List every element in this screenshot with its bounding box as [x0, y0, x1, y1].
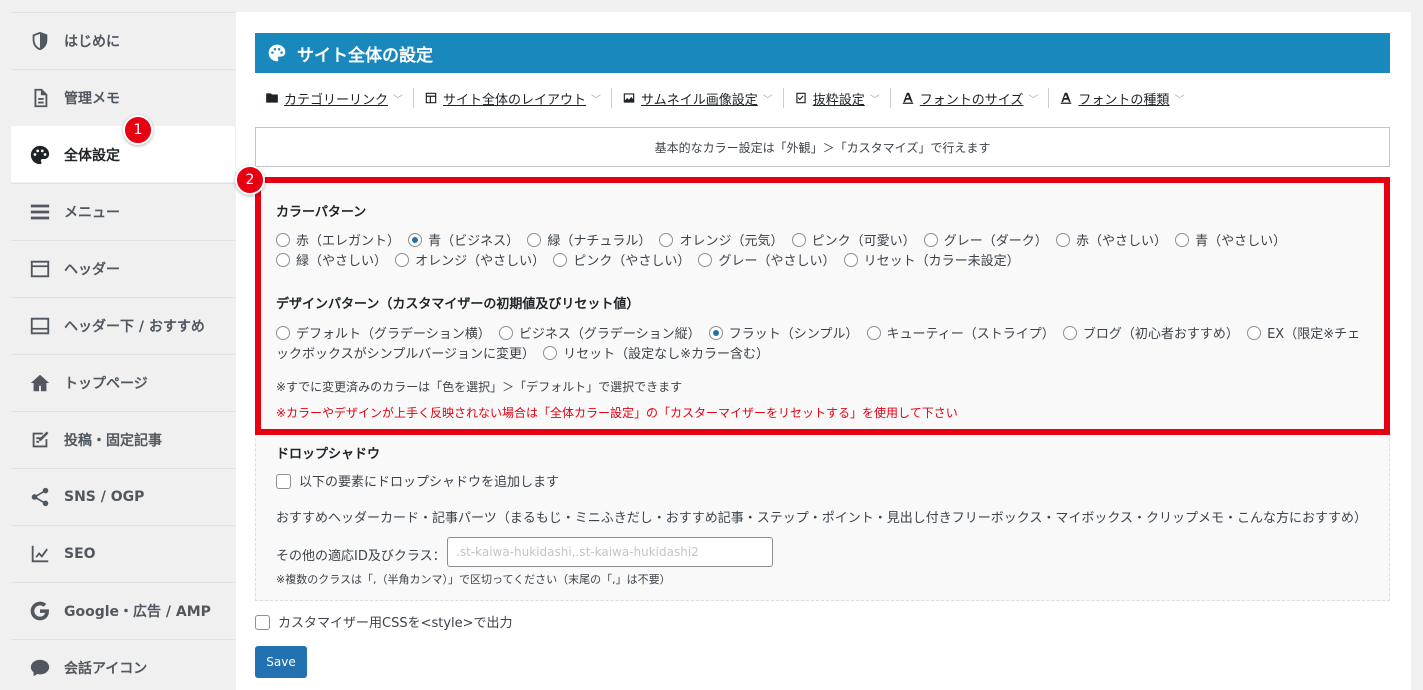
- tab-thumbnail[interactable]: サムネイル画像設定 ﹀: [612, 88, 784, 108]
- radio-color-red-gentle[interactable]: 赤（やさしい）: [1055, 233, 1167, 249]
- tab-site-layout[interactable]: サイト全体のレイアウト ﹀: [414, 88, 613, 108]
- palette-icon: [29, 144, 51, 166]
- sidebar-item-google[interactable]: Google・広告 / AMP: [11, 582, 235, 638]
- radio-color-gray-dark[interactable]: グレー（ダーク）: [923, 233, 1048, 249]
- chevron-down-icon: ﹀: [393, 94, 404, 106]
- css-output-checkbox[interactable]: カスタマイザー用CSSを<style>で出力: [255, 615, 513, 631]
- radio-design-blog[interactable]: ブログ（初心者おすすめ）: [1062, 326, 1239, 342]
- step-badge-2: 2: [235, 165, 265, 195]
- radio-color-pink-gentle[interactable]: ピンク（やさしい）: [553, 253, 690, 269]
- document-icon: [29, 87, 51, 109]
- chat-icon: [29, 657, 51, 679]
- color-default-note: ※すでに変更済みのカラーは「色を選択」＞「デフォルト」で選択できます: [276, 380, 683, 394]
- sidebar-item-label: はじめに: [64, 33, 120, 50]
- sidebar-item-label: Google・広告 / AMP: [64, 603, 211, 620]
- radio-color-orange-genki[interactable]: オレンジ（元気）: [659, 233, 783, 249]
- css-output-option: カスタマイザー用CSSを<style>で出力: [255, 614, 513, 634]
- checkbox[interactable]: [255, 615, 270, 630]
- sidebar-item-top-page[interactable]: トップページ: [11, 354, 235, 410]
- save-button[interactable]: Save: [255, 646, 307, 678]
- sidebar-item-posts[interactable]: 投稿・固定記事: [11, 411, 235, 467]
- radio-color-blue-business[interactable]: 青（ビジネス）: [408, 233, 519, 249]
- drop-shadow-option: 以下の要素にドロップシャドウを追加します: [276, 473, 559, 493]
- radio-color-green-natural[interactable]: 緑（ナチュラル）: [527, 233, 651, 249]
- radio-color-green-gentle[interactable]: 緑（やさしい）: [276, 253, 387, 269]
- sidebar-item-memo[interactable]: 管理メモ: [11, 69, 235, 125]
- image-icon: [622, 91, 636, 105]
- chevron-down-icon: ﹀: [1174, 94, 1185, 106]
- sidebar-item-chat[interactable]: 会話アイコン: [11, 639, 235, 690]
- excerpt-icon: [794, 91, 808, 105]
- settings-tabs: カテゴリーリンク ﹀ サイト全体のレイアウト ﹀ サムネイル画像設定 ﹀ 抜粋設定 ﹀ …: [255, 86, 1390, 110]
- radio-design-cutie[interactable]: キューティー（ストライプ）: [866, 326, 1055, 342]
- sidebar-item-sns[interactable]: SNS / OGP: [11, 468, 235, 524]
- layout-icon: [424, 91, 438, 105]
- share-icon: [29, 486, 51, 508]
- tab-excerpt[interactable]: 抜粋設定 ﹀: [784, 88, 891, 108]
- tab-category-link[interactable]: カテゴリーリンク ﹀: [255, 88, 415, 108]
- other-class-input[interactable]: [447, 537, 773, 567]
- radio-design-default[interactable]: デフォルト（グラデーション横）: [276, 326, 491, 342]
- radio-color-pink-cute[interactable]: ピンク（可愛い）: [791, 233, 916, 249]
- color-pattern-options: 赤（エレガント） 青（ビジネス） 緑（ナチュラル） オレンジ（元気） ピンク（可…: [276, 232, 1366, 272]
- step-badge-1: 1: [123, 115, 153, 145]
- radio-color-gray-gentle[interactable]: グレー（やさしい）: [698, 253, 835, 269]
- tab-font-type[interactable]: フォントの種類 ﹀: [1049, 88, 1194, 108]
- customize-notice: 基本的なカラー設定は「外観」＞「カスタマイズ」で行えます: [255, 127, 1390, 167]
- menu-icon: [29, 201, 51, 223]
- radio-design-business[interactable]: ビジネス（グラデーション縦）: [498, 326, 701, 342]
- sidebar-item-header[interactable]: ヘッダー: [11, 240, 235, 296]
- edit-icon: [29, 429, 51, 451]
- sidebar-item-label: SEO: [64, 545, 96, 562]
- chevron-down-icon: ﹀: [591, 94, 602, 106]
- radio-color-reset[interactable]: リセット（カラー未設定）: [843, 253, 1020, 269]
- sidebar-item-header-below[interactable]: ヘッダー下 / おすすめ: [11, 297, 235, 353]
- radio-design-flat[interactable]: フラット（シンプル）: [708, 326, 858, 342]
- header-below-icon: [29, 315, 51, 337]
- shield-icon: [29, 30, 51, 52]
- header-icon: [29, 258, 51, 280]
- other-class-label: その他の適応ID及びクラス：: [276, 549, 446, 564]
- font-type-icon: [1059, 91, 1073, 105]
- sidebar-item-label: トップページ: [64, 375, 148, 392]
- page-title: サイト全体の設定: [297, 45, 433, 66]
- drop-shadow-title: ドロップシャドウ: [276, 447, 381, 462]
- sidebar-item-label: ヘッダー: [64, 261, 120, 278]
- radio-color-orange-gentle[interactable]: オレンジ（やさしい）: [395, 253, 545, 269]
- sidebar-item-seo[interactable]: SEO: [11, 525, 235, 581]
- chevron-down-icon: ﹀: [762, 94, 773, 106]
- sidebar-item-label: SNS / OGP: [64, 488, 145, 505]
- folder-icon: [265, 91, 279, 105]
- design-pattern-options: デフォルト（グラデーション横） ビジネス（グラデーション縦） フラット（シンプル…: [276, 325, 1366, 365]
- checkbox[interactable]: [276, 474, 291, 489]
- sidebar-item-label: 管理メモ: [64, 90, 120, 107]
- home-icon: [29, 372, 51, 394]
- page-title-bar: サイト全体の設定: [255, 33, 1390, 73]
- drop-shadow-elements: おすすめヘッダーカード・記事パーツ（まるもじ・ミニふきだし・おすすめ記事・ステッ…: [276, 511, 1367, 526]
- radio-design-reset[interactable]: リセット（設定なし※カラー含む）: [543, 346, 769, 362]
- chevron-down-icon: ﹀: [869, 94, 880, 106]
- google-icon: [29, 600, 51, 622]
- sidebar-item-menu[interactable]: メニュー: [11, 183, 235, 239]
- reset-warning-note: ※カラーやデザインが上手く反映されない場合は「全体カラー設定」の「カスターマイザ…: [276, 406, 958, 420]
- sidebar-item-label: 投稿・固定記事: [64, 432, 162, 449]
- radio-color-red-elegant[interactable]: 赤（エレガント）: [276, 233, 400, 249]
- other-class-note: ※複数のクラスは「,（半角カンマ）」で区切ってください（末尾の「,」は不要）: [276, 573, 671, 586]
- sidebar-item-intro[interactable]: はじめに: [11, 12, 235, 68]
- sidebar: はじめに 管理メモ 全体設定 メニュー ヘッダー ヘッダー下 / おすすめ トッ…: [11, 12, 235, 690]
- sidebar-item-label: 全体設定: [64, 147, 120, 164]
- sidebar-item-label: ヘッダー下 / おすすめ: [64, 318, 205, 335]
- sidebar-item-label: 会話アイコン: [64, 660, 148, 677]
- radio-color-blue-gentle[interactable]: 青（やさしい）: [1175, 233, 1286, 249]
- palette-icon: [268, 44, 286, 62]
- font-size-icon: [901, 91, 915, 105]
- tab-font-size[interactable]: フォントのサイズ ﹀: [891, 88, 1050, 108]
- sidebar-item-label: メニュー: [64, 204, 120, 221]
- drop-shadow-checkbox[interactable]: 以下の要素にドロップシャドウを追加します: [276, 474, 559, 490]
- chevron-down-icon: ﹀: [1028, 94, 1039, 106]
- chart-icon: [29, 543, 51, 565]
- design-pattern-title: デザインパターン（カスタマイザーの初期値及びリセット値）: [276, 297, 640, 312]
- color-pattern-title: カラーパターン: [276, 205, 367, 220]
